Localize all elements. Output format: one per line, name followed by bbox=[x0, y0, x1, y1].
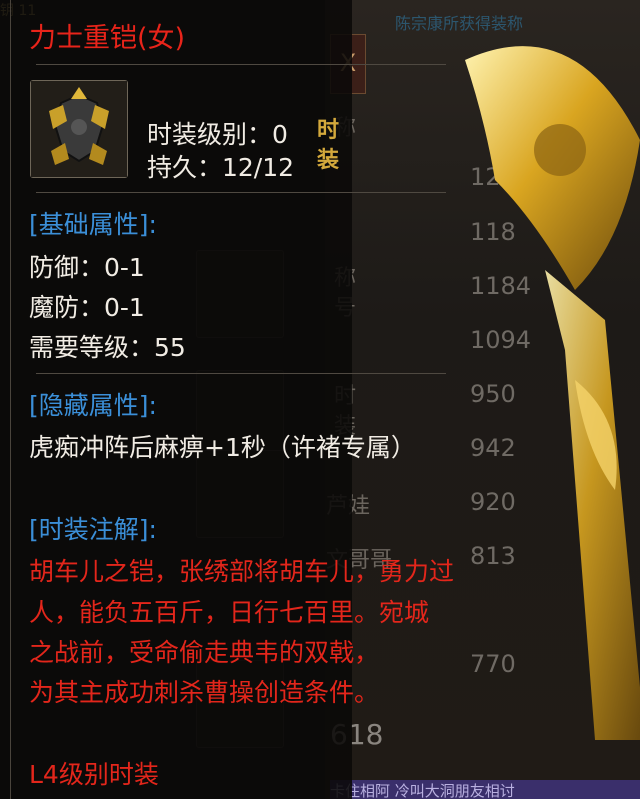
stamp-bottom: 装 bbox=[317, 148, 340, 173]
defense-stat: 防御：0-1 bbox=[29, 253, 145, 282]
fashion-grade: L4级别时装 bbox=[29, 760, 159, 789]
note-line: 人，能负五百斤，日行七百里。宛城 bbox=[29, 598, 430, 627]
golden-halberd-artwork bbox=[465, 46, 640, 740]
durability: 持久：12/12 bbox=[147, 153, 295, 182]
item-title: 力士重铠(女) bbox=[29, 23, 186, 54]
stamp-top: 时 bbox=[317, 118, 340, 143]
divider bbox=[36, 373, 446, 374]
chat-strip: 卡住相阿 冷叫大洞朋友相讨 bbox=[330, 780, 640, 799]
armor-icon bbox=[31, 81, 127, 177]
required-level: 需要等级：55 bbox=[29, 333, 186, 362]
note-line: 为其主成功刺杀曹操创造条件。 bbox=[29, 678, 380, 707]
fashion-stamp: 时 装 bbox=[317, 116, 339, 176]
item-tooltip: 力士重铠(女) 时装级别：0 持久：12/12 时 装 [基础属性]: 防御：0… bbox=[0, 0, 454, 799]
magic-defense-stat: 魔防：0-1 bbox=[29, 293, 145, 322]
hidden-effect: 虎痴冲阵后麻痹+1秒（许褚专属） bbox=[29, 433, 416, 462]
note-line: 胡车儿之铠，张绣部将胡车儿，勇力过 bbox=[29, 557, 455, 586]
divider bbox=[36, 64, 446, 65]
fashion-note-header: [时装注解]: bbox=[29, 515, 157, 544]
item-icon bbox=[30, 80, 128, 178]
fashion-level: 时装级别：0 bbox=[147, 120, 288, 149]
hidden-attributes-header: [隐藏属性]: bbox=[29, 391, 157, 420]
basic-attributes-header: [基础属性]: bbox=[29, 210, 157, 239]
note-line: 之战前，受命偷走典韦的双戟， bbox=[29, 638, 380, 667]
divider bbox=[36, 192, 446, 193]
